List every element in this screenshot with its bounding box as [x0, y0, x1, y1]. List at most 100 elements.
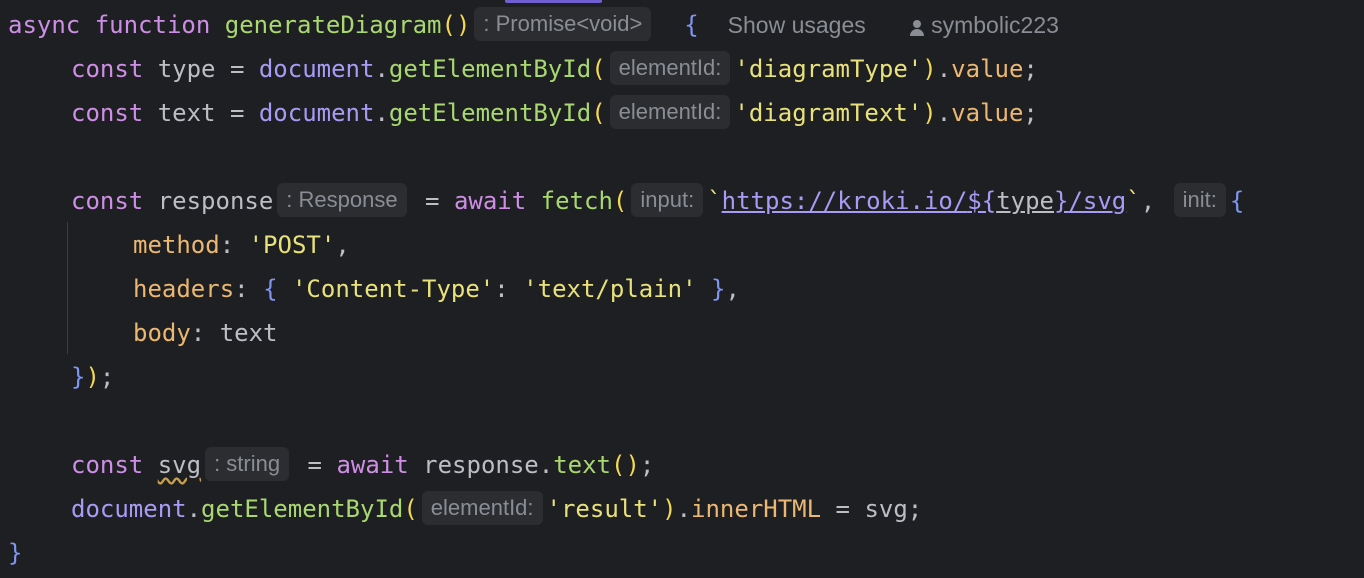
string-text-plain: 'text/plain' [523, 275, 697, 303]
code-editor[interactable]: async function generateDiagram(): Promis… [0, 0, 1364, 578]
variable-type: type [157, 55, 216, 83]
colon: : [234, 275, 249, 303]
keyword-await: await [336, 451, 409, 479]
colon: : [219, 231, 235, 259]
open-paren: ( [403, 495, 418, 523]
template-close: } [1053, 187, 1069, 215]
string-post: 'POST' [248, 231, 336, 259]
close-brace: } [71, 363, 86, 391]
input-hint: input: [631, 183, 704, 217]
type-hint: : Response [277, 183, 407, 217]
function-fetch: fetch [540, 187, 613, 215]
code-line-13[interactable]: } [8, 531, 22, 575]
variable-response-ref: response [423, 451, 539, 479]
operator-eq: = [229, 99, 245, 127]
variable-response: response [157, 187, 274, 215]
string-arg: 'diagramType' [734, 55, 923, 83]
variable-svg-ref: svg [864, 495, 908, 523]
code-line-7[interactable]: headers: { 'Content-Type': 'text/plain' … [133, 267, 740, 311]
code-line-9[interactable]: }); [71, 355, 114, 399]
close-paren: ) [922, 55, 937, 83]
code-line-6[interactable]: method: 'POST', [133, 223, 350, 267]
backtick: ` [1126, 187, 1141, 215]
variable-text: text [157, 99, 216, 127]
keyword-const: const [71, 451, 144, 479]
code-line-11[interactable]: const svg: string = await response.text(… [71, 443, 654, 487]
operator-eq: = [835, 495, 850, 523]
semicolon: ; [639, 451, 655, 479]
function-parens: () [441, 11, 471, 39]
variable-text-ref: text [219, 319, 278, 347]
code-line-5[interactable]: const response: Response = await fetch(i… [71, 179, 1244, 223]
open-paren: ( [591, 99, 606, 127]
keyword-function: function [94, 11, 211, 39]
variable-svg: svg [157, 451, 202, 479]
code-line-3[interactable]: const text = document.getElementById(ele… [71, 91, 1038, 135]
keyword-async: async [8, 11, 81, 39]
url-link[interactable]: https://kroki.io/ [722, 187, 968, 215]
keyword-await: await [453, 187, 527, 215]
operator-eq: = [229, 55, 245, 83]
show-usages-link[interactable]: Show usages [728, 12, 866, 38]
param-hint: elementId: [609, 51, 731, 85]
open-paren: ( [612, 187, 628, 215]
function-name[interactable]: generateDiagram [225, 11, 442, 39]
key-headers: headers [133, 275, 235, 303]
string-arg: 'diagramText' [734, 99, 923, 127]
author-name: symbolic223 [931, 12, 1059, 38]
document-object: document [258, 55, 375, 83]
author-info[interactable]: symbolic223 [909, 12, 1059, 38]
close-paren: ) [922, 99, 937, 127]
comma: , [335, 231, 350, 259]
method-getElementById: getElementById [201, 495, 404, 523]
document-object: document [258, 99, 375, 127]
param-hint: elementId: [609, 95, 731, 129]
colon: : [190, 319, 206, 347]
indent-guide [67, 222, 68, 354]
dot: . [186, 495, 202, 523]
close-paren: ) [662, 495, 677, 523]
open-paren: ( [591, 55, 606, 83]
init-hint: init: [1173, 183, 1226, 217]
property-value: value [951, 99, 1024, 127]
code-line-1[interactable]: async function generateDiagram(): Promis… [8, 3, 1059, 47]
key-body: body [133, 319, 191, 347]
return-type-hint: : Promise<void> [474, 7, 652, 41]
keyword-const: const [71, 99, 144, 127]
semicolon: ; [907, 495, 923, 523]
open-brace: { [1229, 187, 1245, 215]
url-end: /svg [1068, 187, 1127, 215]
close-paren: ) [85, 363, 100, 391]
method-getElementById: getElementById [388, 99, 592, 127]
semicolon: ; [1023, 55, 1038, 83]
code-line-12[interactable]: document.getElementById(elementId:'resul… [71, 487, 922, 531]
template-open: ${ [967, 187, 997, 215]
user-icon [909, 19, 925, 36]
open-brace: { [263, 275, 278, 303]
dot: . [374, 55, 389, 83]
dot: . [374, 99, 389, 127]
method-getElementById: getElementById [388, 55, 592, 83]
close-brace: } [8, 539, 23, 567]
property-value: value [951, 55, 1024, 83]
dot: . [538, 451, 554, 479]
comma: , [725, 275, 740, 303]
backtick: ` [707, 187, 722, 215]
key-method: method [133, 231, 220, 259]
dot: . [936, 55, 952, 83]
operator-eq: = [425, 187, 440, 215]
string-content-type: 'Content-Type' [291, 275, 495, 303]
method-text: text [553, 451, 611, 479]
string-arg: 'result' [546, 495, 663, 523]
comma: , [1140, 187, 1156, 215]
semicolon: ; [1023, 99, 1038, 127]
close-brace: } [711, 275, 726, 303]
dot: . [936, 99, 952, 127]
keyword-const: const [71, 187, 144, 215]
type-hint: : string [205, 447, 290, 481]
code-line-8[interactable]: body: text [133, 311, 278, 355]
code-line-2[interactable]: const type = document.getElementById(ele… [71, 47, 1038, 91]
template-var: type [996, 187, 1054, 215]
dot: . [676, 495, 692, 523]
parens: () [611, 451, 640, 479]
